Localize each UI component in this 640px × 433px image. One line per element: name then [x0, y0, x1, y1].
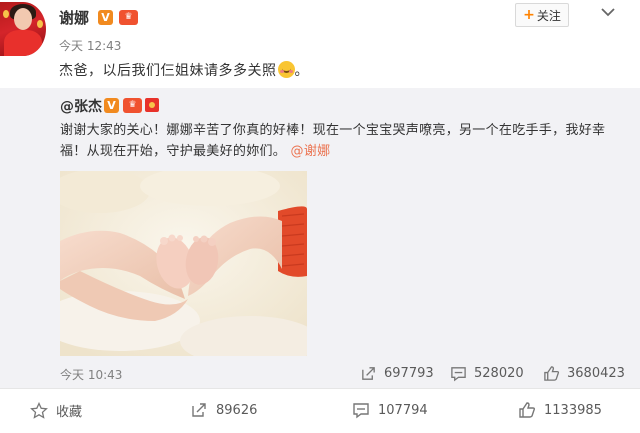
- weibo-post: 谢娜 V ♛ + 关注 今天 12:43 杰爸，以后我们仨姐妹请多多关照 。 @张…: [0, 0, 640, 433]
- v-badge-icon: V: [104, 98, 119, 113]
- repost-time[interactable]: 今天 10:43: [60, 366, 122, 383]
- favorite-label: 收藏: [56, 405, 83, 420]
- like-count: 3680423: [567, 366, 625, 381]
- share-icon: [362, 367, 375, 380]
- repost-button-count: 89626: [216, 402, 258, 418]
- repost-text-body: 谢谢大家的关心！娜娜辛苦了你真的好棒！现在一个宝宝哭声嘹亮，另一个在吃手手，我好…: [60, 123, 606, 159]
- like-button-count: 1133985: [544, 402, 602, 418]
- chevron-down-icon[interactable]: [600, 4, 616, 20]
- comment-button-count: 107794: [378, 402, 428, 418]
- lantern-decoration: [3, 10, 9, 18]
- red-packet-icon: [145, 98, 159, 112]
- post-text-body: 杰爸，以后我们仨姐妹请多多关照: [59, 63, 277, 79]
- avatar[interactable]: [0, 2, 46, 56]
- repost-stat-reposts[interactable]: 697793: [360, 365, 434, 382]
- repost-author[interactable]: @张杰: [60, 96, 102, 116]
- thumbs-up-icon: [544, 366, 560, 381]
- comment-count: 528020: [474, 366, 524, 381]
- avatar-face: [14, 8, 32, 30]
- favorite-button[interactable]: 收藏: [30, 401, 82, 420]
- repost-count: 697793: [384, 366, 434, 381]
- star-icon: [30, 401, 48, 419]
- repost-text: 谢谢大家的关心！娜娜辛苦了你真的好棒！现在一个宝宝哭声嘹亮，另一个在吃手手，我好…: [60, 120, 625, 162]
- post-time[interactable]: 今天 12:43: [59, 37, 121, 54]
- share-icon: [192, 403, 206, 417]
- member-badge-icon: ♛: [123, 98, 142, 113]
- like-button[interactable]: 1133985: [518, 401, 602, 419]
- mention-link[interactable]: @谢娜: [291, 144, 331, 159]
- repost-stat-likes[interactable]: 3680423: [543, 365, 625, 382]
- baby-feet-photo: [60, 171, 307, 356]
- repost-button[interactable]: 89626: [190, 401, 257, 419]
- post-text: 杰爸，以后我们仨姐妹请多多关照 。: [59, 60, 309, 80]
- smiling-emoji-icon: [277, 61, 295, 78]
- comment-icon: [451, 367, 466, 382]
- thumbs-up-icon: [519, 402, 536, 418]
- lantern-decoration: [37, 20, 43, 28]
- divider: [0, 388, 640, 389]
- plus-icon: +: [523, 7, 535, 23]
- avatar-coat: [4, 30, 42, 56]
- comment-button[interactable]: 107794: [352, 401, 428, 419]
- repost-stat-comments[interactable]: 528020: [450, 365, 524, 382]
- author-name[interactable]: 谢娜: [59, 7, 89, 28]
- post-text-end: 。: [294, 63, 309, 79]
- member-badge-icon: ♛: [119, 10, 138, 25]
- comment-icon: [353, 403, 369, 419]
- v-badge-icon: V: [98, 10, 113, 25]
- repost-box: @张杰 V ♛ 谢谢大家的关心！娜娜辛苦了你真的好棒！现在一个宝宝哭声嘹亮，另一…: [0, 88, 640, 388]
- follow-button-label: 关注: [536, 8, 561, 23]
- post-image[interactable]: [60, 171, 307, 356]
- follow-button[interactable]: + 关注: [515, 3, 569, 27]
